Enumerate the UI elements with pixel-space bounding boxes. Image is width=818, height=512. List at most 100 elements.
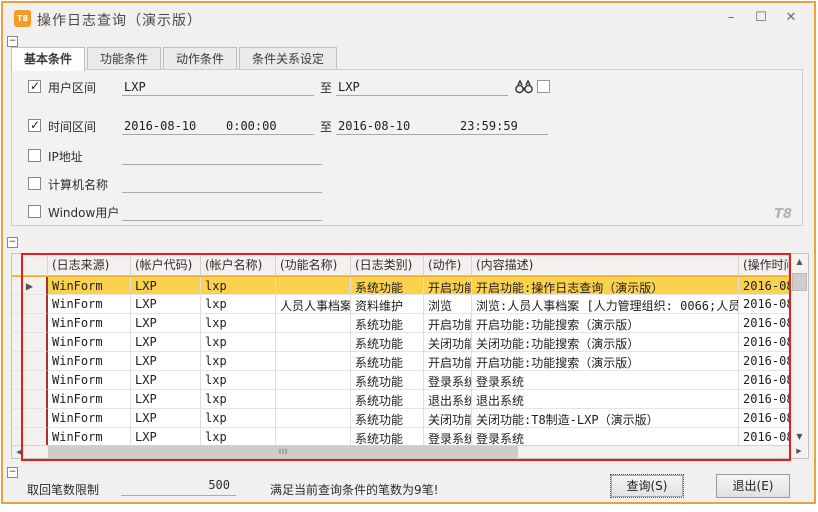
row-gutter[interactable] — [12, 371, 48, 390]
table-cell[interactable]: WinForm — [48, 352, 131, 371]
table-cell[interactable]: 系统功能 — [351, 390, 424, 409]
time-to-input[interactable]: 2016-08-10 23:59:59 — [336, 117, 548, 135]
tab-function-conditions[interactable]: 功能条件 — [87, 47, 161, 70]
table-cell[interactable]: LXP — [131, 352, 201, 371]
table-cell[interactable] — [276, 333, 351, 352]
table-cell[interactable] — [276, 314, 351, 333]
ip-checkbox[interactable] — [28, 149, 41, 162]
tab-basic-conditions[interactable]: 基本条件 — [11, 47, 85, 71]
table-cell[interactable]: LXP — [131, 428, 201, 446]
table-cell[interactable] — [276, 390, 351, 409]
table-cell[interactable]: 关闭功能 — [424, 409, 472, 428]
table-cell[interactable]: 系统功能 — [351, 277, 424, 295]
table-row[interactable]: WinFormLXPlxp系统功能开启功能开启功能:功能搜索（演示版）2016-… — [12, 352, 791, 371]
table-cell[interactable]: WinForm — [48, 333, 131, 352]
table-row[interactable]: WinFormLXPlxp人员人事档案资料维护浏览浏览:人员人事档案 [人力管理… — [12, 295, 791, 314]
table-cell[interactable]: LXP — [131, 333, 201, 352]
table-cell[interactable]: lxp — [201, 409, 276, 428]
row-gutter[interactable] — [12, 390, 48, 409]
table-cell[interactable]: 开启功能:操作日志查询（演示版） — [472, 277, 739, 295]
col-header-log-source[interactable]: (日志来源) — [48, 254, 131, 276]
minimize-button[interactable]: – — [720, 9, 742, 27]
table-cell[interactable]: WinForm — [48, 428, 131, 446]
table-cell[interactable]: 开启功能:功能搜索（演示版） — [472, 314, 739, 333]
query-button[interactable]: 查询(S) — [610, 474, 684, 498]
row-gutter[interactable] — [12, 295, 48, 314]
table-cell[interactable]: 登录系统 — [424, 371, 472, 390]
computer-checkbox[interactable] — [28, 177, 41, 190]
col-header-log-category[interactable]: (日志类别) — [351, 254, 424, 276]
row-gutter[interactable] — [12, 409, 48, 428]
window-user-checkbox[interactable] — [28, 205, 41, 218]
table-cell[interactable]: LXP — [131, 314, 201, 333]
table-cell[interactable] — [276, 277, 351, 295]
table-cell[interactable]: lxp — [201, 277, 276, 295]
table-cell[interactable]: 人员人事档案 — [276, 295, 351, 314]
user-range-checkbox[interactable] — [28, 80, 41, 93]
row-limit-input[interactable]: 500 — [121, 478, 236, 496]
row-gutter[interactable] — [12, 333, 48, 352]
table-cell[interactable]: 开启功能 — [424, 314, 472, 333]
table-cell[interactable]: 系统功能 — [351, 409, 424, 428]
table-row[interactable]: ▶WinFormLXPlxp系统功能开启功能开启功能:操作日志查询（演示版）20… — [12, 276, 791, 295]
table-cell[interactable]: WinForm — [48, 295, 131, 314]
table-cell[interactable]: WinForm — [48, 371, 131, 390]
ip-input[interactable] — [122, 147, 322, 165]
table-cell[interactable]: 系统功能 — [351, 333, 424, 352]
table-cell[interactable] — [276, 428, 351, 446]
table-cell[interactable]: 资料维护 — [351, 295, 424, 314]
table-cell[interactable] — [276, 409, 351, 428]
table-cell[interactable]: 系统功能 — [351, 352, 424, 371]
user-from-input[interactable]: LXP — [122, 78, 314, 96]
scroll-up-icon[interactable]: ▲ — [791, 254, 808, 269]
table-cell[interactable]: 系统功能 — [351, 371, 424, 390]
table-row[interactable]: WinFormLXPlxp系统功能登录系统登录系统2016-08-1 — [12, 371, 791, 390]
table-cell[interactable]: 浏览 — [424, 295, 472, 314]
table-cell[interactable]: lxp — [201, 390, 276, 409]
row-gutter[interactable] — [12, 314, 48, 333]
table-cell[interactable]: 关闭功能:T8制造-LXP（演示版） — [472, 409, 739, 428]
table-cell[interactable]: 系统功能 — [351, 428, 424, 446]
table-cell[interactable]: 系统功能 — [351, 314, 424, 333]
user-to-input[interactable]: LXP — [336, 78, 508, 96]
table-cell[interactable]: 开启功能 — [424, 277, 472, 295]
selected-row-marker[interactable]: ▶ — [12, 277, 48, 295]
table-cell[interactable]: WinForm — [48, 314, 131, 333]
exit-button[interactable]: 退出(E) — [716, 474, 790, 498]
table-cell[interactable] — [276, 352, 351, 371]
col-header-account-code[interactable]: (帐户代码) — [131, 254, 201, 276]
close-button[interactable]: ✕ — [780, 9, 802, 27]
table-cell[interactable]: 2016-08-1 — [739, 428, 789, 446]
table-cell[interactable]: LXP — [131, 295, 201, 314]
table-cell[interactable]: LXP — [131, 390, 201, 409]
table-cell[interactable]: 登录系统 — [472, 428, 739, 446]
table-cell[interactable]: lxp — [201, 428, 276, 446]
table-cell[interactable]: LXP — [131, 277, 201, 295]
col-header-action[interactable]: (动作) — [424, 254, 472, 276]
table-cell[interactable]: 2016-08-1 — [739, 371, 789, 390]
table-cell[interactable]: 关闭功能 — [424, 333, 472, 352]
user-lookup-checkbox[interactable] — [537, 80, 550, 93]
time-range-checkbox[interactable] — [28, 119, 41, 132]
horizontal-scrollbar[interactable]: ◀ ⦀⦀⦀ — [12, 445, 791, 458]
collapse-toggle-grid[interactable]: − — [7, 237, 18, 248]
row-gutter[interactable] — [12, 428, 48, 446]
table-row[interactable]: WinFormLXPlxp系统功能关闭功能关闭功能:功能搜索（演示版）2016-… — [12, 333, 791, 352]
table-cell[interactable]: 浏览:人员人事档案 [人力管理组织: 0066;人员编号: 1000] — [472, 295, 739, 314]
horizontal-scroll-thumb[interactable]: ⦀⦀⦀ — [48, 446, 518, 458]
col-header-op-time[interactable]: (操作时间) — [739, 254, 789, 276]
table-cell[interactable]: lxp — [201, 314, 276, 333]
col-header-account-name[interactable]: (帐户名称) — [201, 254, 276, 276]
window-user-input[interactable] — [122, 203, 322, 221]
computer-input[interactable] — [122, 175, 322, 193]
table-cell[interactable]: 2016-08-1 — [739, 295, 789, 314]
col-header-description[interactable]: (内容描述) — [472, 254, 739, 276]
tab-action-conditions[interactable]: 动作条件 — [163, 47, 237, 70]
table-row[interactable]: WinFormLXPlxp系统功能开启功能开启功能:功能搜索（演示版）2016-… — [12, 314, 791, 333]
table-cell[interactable]: 开启功能 — [424, 352, 472, 371]
tab-condition-relations[interactable]: 条件关系设定 — [239, 47, 337, 70]
table-cell[interactable]: 2016-08-1 — [739, 390, 789, 409]
maximize-button[interactable]: ☐ — [750, 9, 772, 27]
table-cell[interactable]: lxp — [201, 352, 276, 371]
scroll-left-icon[interactable]: ◀ — [12, 446, 26, 458]
